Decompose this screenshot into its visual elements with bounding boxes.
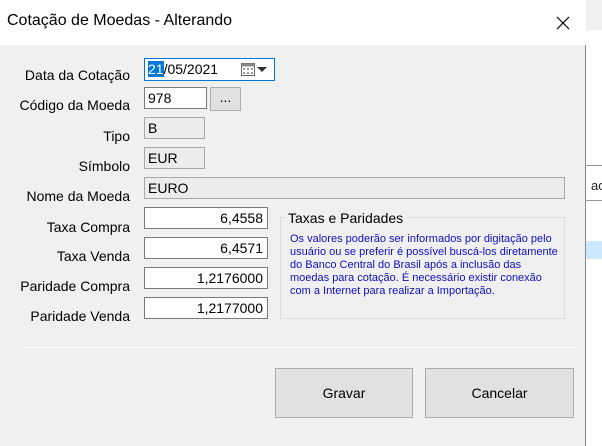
label-paridade-compra: Paridade Compra [20, 278, 130, 294]
label-tipo: Tipo [103, 128, 130, 144]
gravar-button[interactable]: Gravar [275, 368, 413, 418]
close-icon [556, 16, 570, 29]
background-window [586, 30, 602, 446]
cancelar-button[interactable]: Cancelar [425, 368, 574, 418]
label-paridade-venda: Paridade Venda [30, 308, 130, 324]
background-text: ac [591, 178, 602, 193]
lookup-button[interactable]: ... [210, 87, 241, 111]
label-codigo-moeda: Código da Moeda [19, 97, 130, 113]
codigo-moeda-input[interactable]: 978 [144, 87, 207, 109]
nome-moeda-field: EURO [144, 177, 565, 199]
chevron-down-icon[interactable] [257, 67, 267, 72]
tipo-field: B [144, 117, 205, 139]
date-picker[interactable]: 21/05/2021 [144, 58, 275, 81]
label-taxa-compra: Taxa Compra [46, 219, 130, 235]
date-day-selected: 21 [148, 61, 164, 77]
window-title: Cotação de Moedas - Alterando [7, 12, 233, 29]
dialog-window: Cotação de Moedas - Alterando Data da Co… [0, 0, 586, 446]
separator [24, 347, 575, 348]
label-nome-moeda: Nome da Moeda [26, 188, 130, 204]
calendar-icon [241, 63, 255, 76]
label-simbolo: Símbolo [78, 158, 130, 174]
paridade-venda-input[interactable]: 1,2177000 [144, 297, 268, 319]
background-divider [586, 200, 602, 201]
group-info-text: Os valores poderão ser informados por di… [290, 233, 558, 297]
label-data-cotacao: Data da Cotação [24, 67, 130, 83]
background-selected-row [586, 241, 602, 259]
simbolo-field: EUR [144, 147, 205, 169]
taxa-compra-input[interactable]: 6,4558 [144, 207, 268, 229]
title-bar: Cotação de Moedas - Alterando [0, 0, 586, 45]
taxa-venda-input[interactable]: 6,4571 [144, 237, 268, 259]
label-taxa-venda: Taxa Venda [56, 248, 130, 264]
group-title: Taxas e Paridades [285, 210, 407, 226]
date-rest: /05/2021 [163, 61, 219, 77]
background-divider [586, 165, 602, 166]
close-button[interactable] [540, 0, 586, 45]
paridade-compra-input[interactable]: 1,2176000 [144, 267, 268, 289]
